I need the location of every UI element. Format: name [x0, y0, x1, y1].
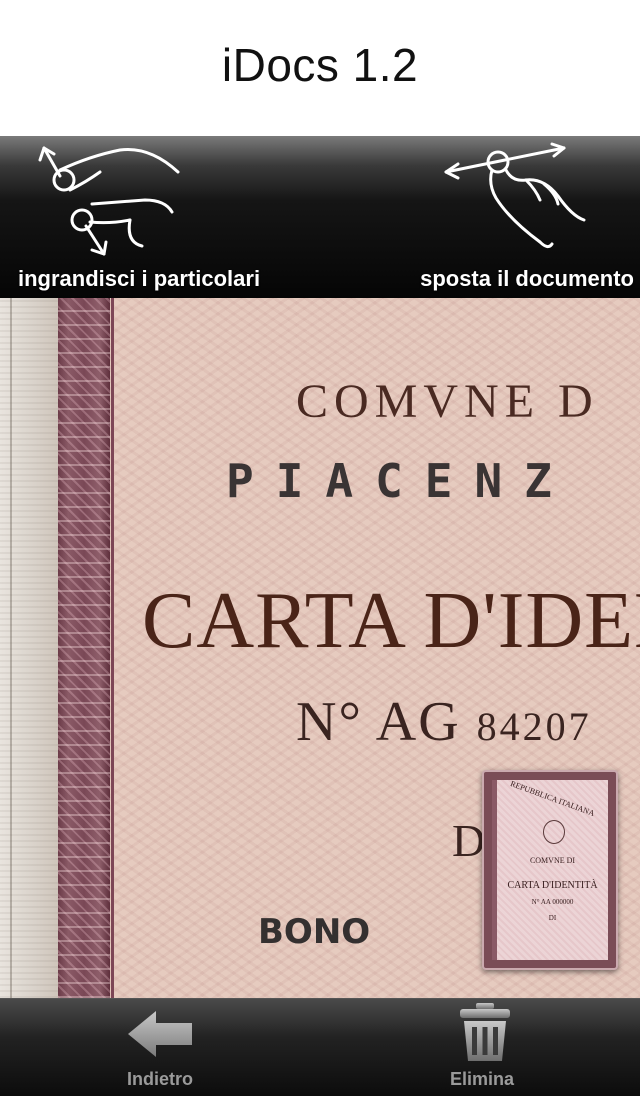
trash-icon	[460, 1003, 510, 1061]
document-number: N° AG 84207	[296, 690, 592, 754]
thumbnail-title-text: CARTA D'IDENTITÀ	[507, 880, 598, 891]
thumbnail-page: REPUBBLICA ITALIANA COMVNE DI CARTA D'ID…	[492, 779, 608, 960]
app-title: iDocs 1.2	[221, 39, 419, 91]
delete-button-label: Elimina	[449, 1069, 515, 1089]
document-number-digits: 84207	[476, 704, 592, 749]
pinch-zoom-hand-icon	[38, 146, 180, 256]
bottom-toolbar: Indietro Elimina	[0, 998, 640, 1096]
back-button[interactable]: Indietro	[60, 999, 260, 1096]
emblem-icon	[543, 820, 565, 844]
back-arrow-icon	[128, 1011, 192, 1057]
document-fold-line	[10, 298, 12, 998]
document-viewer[interactable]: COMVNE D PIACENZ CARTA D'IDEN N° AG 8420…	[0, 298, 640, 998]
pan-hand-icon	[444, 142, 586, 249]
gesture-hint-bar: ingrandisci i particolari sposta il docu…	[0, 136, 640, 298]
pan-hint-label: sposta il documento	[420, 266, 634, 291]
document-d-text: D	[452, 815, 486, 866]
document-decorative-border	[58, 298, 114, 998]
thumbnail-comune-text: COMVNE DI	[529, 856, 576, 865]
document-title-text: CARTA D'IDEN	[142, 577, 640, 665]
document-number-letters: AG	[375, 691, 461, 753]
document-city-text: PIACENZ	[226, 454, 574, 508]
document-stamp-text: BONO	[258, 912, 371, 952]
document-number-prefix: N°	[296, 691, 363, 753]
delete-button[interactable]: Elimina	[382, 999, 582, 1096]
zoom-hint-label: ingrandisci i particolari	[18, 266, 261, 291]
thumbnail-di-text: DI	[548, 914, 557, 922]
title-bar: iDocs 1.2	[0, 0, 640, 136]
document-paper-edge	[0, 298, 58, 998]
document-comune-text: COMVNE D	[296, 375, 599, 428]
back-button-label: Indietro	[127, 1069, 193, 1089]
document-thumbnail[interactable]: REPUBBLICA ITALIANA COMVNE DI CARTA D'ID…	[482, 770, 618, 970]
thumbnail-number-text: N° AA 000000	[531, 898, 574, 906]
thumbnail-republic-text: REPUBBLICA ITALIANA	[509, 779, 596, 818]
